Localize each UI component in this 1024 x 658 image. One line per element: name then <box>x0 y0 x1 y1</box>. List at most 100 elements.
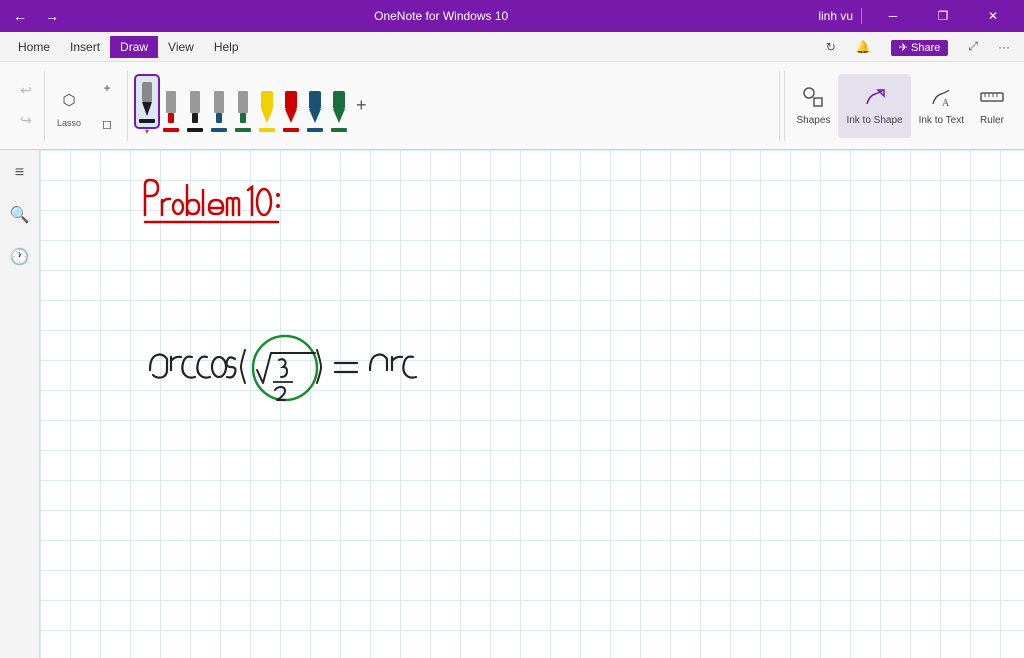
svg-text:A: A <box>942 98 950 108</box>
pen-color-bar-2 <box>163 128 179 132</box>
pen-shape-5 <box>234 89 252 127</box>
pen-shape-3 <box>186 89 204 127</box>
pen-dropdown-1: ▾ <box>145 127 149 136</box>
erase-button[interactable]: ◻ <box>91 108 123 140</box>
back-button[interactable]: ← <box>8 4 32 28</box>
lasso-tool-group: ⬡ Lasso <box>53 84 85 128</box>
shapes-button[interactable]: Shapes <box>789 74 839 138</box>
pen-palette: ▾ <box>136 72 371 140</box>
pen-palette-section: ▾ <box>132 71 780 141</box>
shapes-label: Shapes <box>797 115 831 126</box>
add-button[interactable]: + <box>91 72 123 104</box>
menu-help[interactable]: Help <box>204 36 249 58</box>
user-name: linh vu <box>818 9 853 23</box>
sidebar-search-icon[interactable]: 🔍 <box>5 200 35 230</box>
bell-icon[interactable]: 🔔 <box>850 38 877 56</box>
add-pen-icon: + <box>352 91 371 120</box>
ink-to-text-icon: A <box>930 86 952 113</box>
pen-nib-9 <box>328 85 350 136</box>
ruler-svg <box>980 86 1004 108</box>
ink-to-shape-button[interactable]: Ink to Shape <box>838 74 910 138</box>
forward-button[interactable]: → <box>40 4 64 28</box>
lasso-button[interactable]: ⬡ <box>53 84 85 116</box>
app-title: OneNote for Windows 10 <box>64 9 818 23</box>
ruler-icon <box>980 86 1004 113</box>
pen-shape-7 <box>282 89 300 127</box>
user-section: linh vu <box>818 9 853 23</box>
pen-green-felt[interactable] <box>232 85 254 136</box>
pen-color-bar-7 <box>283 128 299 132</box>
sidebar-history-icon[interactable]: 🕐 <box>5 242 35 272</box>
pen-nib-4 <box>208 85 230 136</box>
right-tools-section: Shapes Ink to Shape A Ink to Text <box>784 71 1016 141</box>
pen-navy-felt[interactable] <box>208 85 230 136</box>
highlighter-red[interactable] <box>280 85 302 136</box>
titlebar-right: linh vu ─ ❐ ✕ <box>818 0 1016 32</box>
titlebar-nav: ← → <box>8 4 64 28</box>
share-button[interactable]: ✈ Share <box>885 38 955 56</box>
highlighter-yellow[interactable] <box>256 85 278 136</box>
pen-nib-2 <box>160 85 182 136</box>
highlighter-green[interactable] <box>328 85 350 136</box>
menu-draw[interactable]: Draw <box>110 36 158 58</box>
ink-to-shape-label: Ink to Shape <box>846 115 902 126</box>
pen-color-bar-8 <box>307 128 323 132</box>
more-icon[interactable]: ··· <box>992 38 1016 56</box>
sidebar: ≡ 🔍 🕐 <box>0 150 40 658</box>
ruler-label: Ruler <box>980 115 1004 126</box>
sync-icon[interactable]: ↻ <box>820 38 842 56</box>
pen-color-bar-3 <box>187 128 203 132</box>
minimize-button[interactable]: ─ <box>870 0 916 32</box>
ribbon: ↩ ↪ ⬡ Lasso + ◻ ▾ <box>0 62 1024 150</box>
pen-shape-6 <box>258 89 276 127</box>
pen-dark-felt[interactable] <box>184 85 206 136</box>
expand-icon[interactable]: ⤢ <box>962 37 984 56</box>
pen-nib-6 <box>256 85 278 136</box>
pen-shape-2 <box>162 89 180 127</box>
ink-to-text-button[interactable]: A Ink to Text <box>911 74 972 138</box>
pen-shape-9 <box>330 89 348 127</box>
pen-color-bar-1 <box>139 119 155 123</box>
shapes-icon <box>802 86 824 113</box>
menu-home[interactable]: Home <box>8 36 60 58</box>
close-button[interactable]: ✕ <box>970 0 1016 32</box>
pen-nib-7 <box>280 85 302 136</box>
pen-shape-1 <box>138 80 156 118</box>
highlighter-blue[interactable] <box>304 85 326 136</box>
canvas-grid <box>40 150 1024 658</box>
pen-red-felt[interactable] <box>160 85 182 136</box>
ink-to-shape-icon <box>864 86 886 113</box>
lasso-label: Lasso <box>57 118 81 128</box>
ink-to-text-label: Ink to Text <box>919 115 964 126</box>
sidebar-notebooks-icon[interactable]: ≡ <box>5 158 35 188</box>
ink-to-shape-svg <box>864 86 886 108</box>
pen-color-bar-4 <box>211 128 227 132</box>
titlebar: ← → OneNote for Windows 10 linh vu ─ ❐ ✕ <box>0 0 1024 32</box>
pen-color-bar-6 <box>259 128 275 132</box>
canvas-area[interactable] <box>40 150 1024 658</box>
pen-nib-8 <box>304 85 326 136</box>
undo-redo-group: ↩ ↪ <box>12 77 40 135</box>
pen-color-bar-5 <box>235 128 251 132</box>
ruler-button[interactable]: Ruler <box>972 74 1012 138</box>
pen-nib-1 <box>136 76 158 127</box>
ink-to-text-svg: A <box>930 86 952 108</box>
pen-shape-8 <box>306 89 324 127</box>
title-divider <box>861 8 862 24</box>
restore-button[interactable]: ❐ <box>920 0 966 32</box>
pen-nib-5 <box>232 85 254 136</box>
add-pen-button[interactable]: + <box>352 91 371 120</box>
shapes-svg <box>802 86 824 108</box>
menubar-right: ↻ 🔔 ✈ Share ⤢ ··· <box>820 37 1016 56</box>
undo-redo-section: ↩ ↪ <box>8 71 45 141</box>
menubar: Home Insert Draw View Help ↻ 🔔 ✈ Share ⤢… <box>0 32 1024 62</box>
pen-black-ballpoint[interactable]: ▾ <box>136 76 158 136</box>
menu-view[interactable]: View <box>158 36 204 58</box>
pen-shape-4 <box>210 89 228 127</box>
add-erase-group: + ◻ <box>91 72 123 140</box>
menu-insert[interactable]: Insert <box>60 36 110 58</box>
undo-button[interactable]: ↩ <box>12 77 40 105</box>
selection-tools-section: ⬡ Lasso + ◻ <box>49 71 128 141</box>
redo-button[interactable]: ↪ <box>12 107 40 135</box>
pen-color-bar-9 <box>331 128 347 132</box>
